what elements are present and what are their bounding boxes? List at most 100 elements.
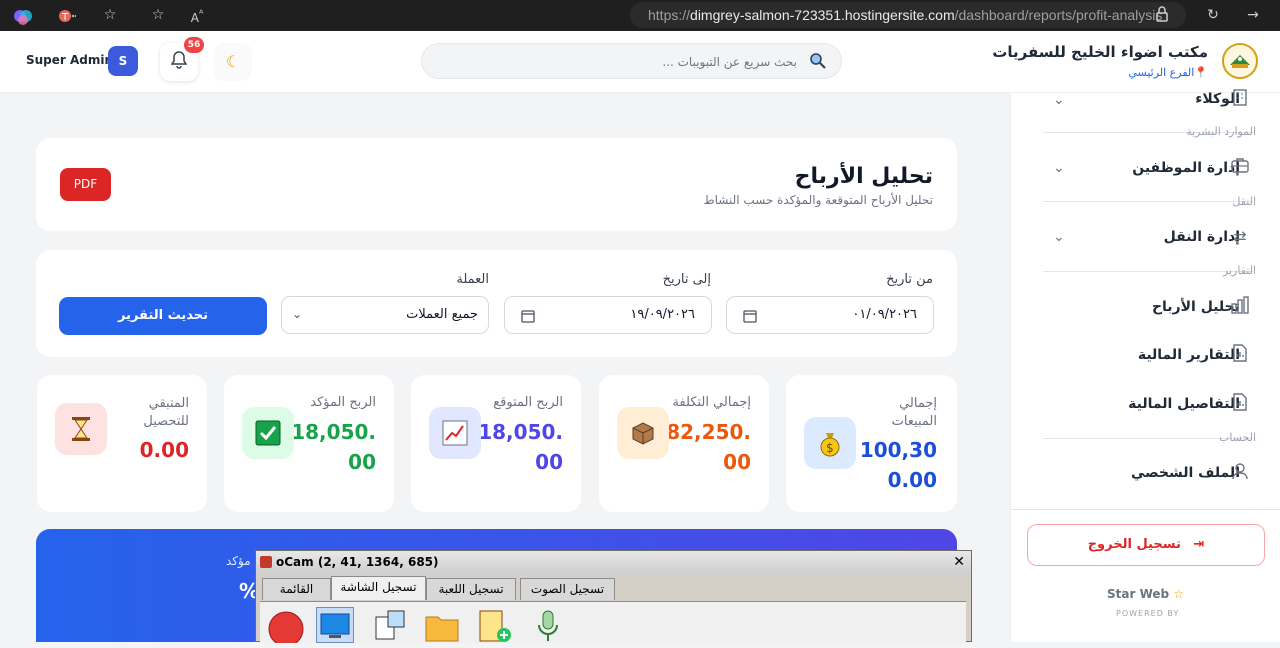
divider [1043, 271, 1253, 272]
stat-value: 00 [535, 450, 563, 474]
to-date-label: إلى تاريخ [662, 272, 711, 287]
stat-label: إجمالي المبيعات [891, 396, 937, 429]
chevron-down-icon[interactable]: ⌄ [1053, 161, 1067, 175]
avatar[interactable]: S [108, 46, 138, 76]
favorites-icon[interactable]: ☆ [100, 6, 120, 24]
ocam-tab-screen[interactable]: تسجيل الشاشة [331, 576, 426, 600]
company-logo [1222, 43, 1258, 79]
banner-text: مؤكد [226, 554, 251, 568]
forward-icon[interactable]: → [1243, 6, 1263, 24]
divider [1043, 201, 1253, 202]
stat-value: 00 [348, 450, 376, 474]
from-date-value: ٠١/٠٩/٢٠٢٦ [852, 307, 917, 322]
powered-by: POWERED BY [1116, 609, 1180, 618]
divider [1011, 509, 1280, 510]
report-file-icon [1229, 344, 1251, 366]
money-bag-icon: $ [804, 417, 856, 469]
user-name: Super Admin [26, 53, 114, 67]
chevron-down-icon[interactable]: ⌄ [1053, 93, 1067, 107]
from-date-field[interactable]: ٠١/٠٩/٢٠٢٦ [726, 296, 934, 334]
section-transport: النقل [1232, 195, 1256, 208]
ocam-tab-audio[interactable]: تسجيل الصوت [520, 578, 615, 600]
moon-icon: ☾ [225, 52, 241, 71]
search-bar[interactable] [421, 43, 842, 79]
box-icon [617, 407, 669, 459]
report-file-icon [1229, 393, 1251, 415]
stat-value: 18,050. [291, 420, 376, 444]
screen-capture-icon[interactable] [316, 607, 354, 643]
user-icon [1229, 462, 1251, 484]
currency-select[interactable]: جميع العملات ⌄ [281, 296, 489, 334]
currency-label: العملة [456, 272, 489, 287]
filters-card: من تاريخ ٠١/٠٩/٢٠٢٦ إلى تاريخ ١٩/٠٩/٢٠٢٦… [36, 250, 957, 357]
briefcase-icon [1229, 156, 1251, 178]
to-date-field[interactable]: ١٩/٠٩/٢٠٢٦ [504, 296, 712, 334]
calendar-icon [743, 298, 757, 334]
lock-icon[interactable] [1152, 6, 1172, 24]
sidebar-item-financial-reports[interactable]: التقارير المالية [1138, 343, 1240, 367]
search-icon[interactable] [809, 52, 827, 74]
sidebar-item-profit-analysis[interactable]: تحليل الأرباح [1152, 295, 1240, 319]
chevron-down-icon: ⌄ [292, 307, 303, 321]
close-icon[interactable]: ✕ [953, 551, 965, 573]
stat-card-sales: إجمالي المبيعات 100,30 0.00 $ [786, 375, 957, 512]
brand-label: Star Web ☆ [1107, 587, 1185, 601]
check-box-icon [242, 407, 294, 459]
app-header: Super Admin S 56 ☾ مكتب اضواء الخليج للس… [0, 31, 1280, 93]
record-icon[interactable] [268, 607, 306, 647]
logout-button[interactable]: تسجيل الخروج ⇥ [1027, 524, 1265, 566]
stat-value: 82,250. [666, 420, 751, 444]
from-date-label: من تاريخ [886, 272, 933, 287]
stat-label: الربح المتوقع [493, 395, 563, 410]
chevron-down-icon[interactable]: ⌄ [1053, 230, 1067, 244]
stat-label: المتبقي للتحصيل [143, 396, 189, 429]
stat-value: 0.00 [139, 438, 189, 462]
ocam-tab-game[interactable]: تسجيل اللعبة [426, 578, 516, 600]
stat-value: 18,050. [478, 420, 563, 444]
stat-value: 00 [723, 450, 751, 474]
trend-chart-icon [429, 407, 481, 459]
ocam-tab-list[interactable]: القائمة [262, 578, 331, 600]
update-report-button[interactable]: تحديث التقرير [59, 297, 267, 335]
svg-text:$: $ [826, 441, 834, 455]
pdf-button[interactable]: PDF [60, 168, 111, 201]
swap-arrows-icon: ⇄ [1233, 227, 1247, 246]
logout-icon: ⇥ [1193, 537, 1205, 552]
section-account: الحساب [1218, 431, 1256, 444]
copilot-icon[interactable] [12, 6, 34, 25]
section-hr: الموارد البشرية [1186, 125, 1256, 138]
stat-value: 0.00 [887, 468, 937, 492]
extension-icon[interactable]: T [56, 6, 78, 24]
video-add-icon[interactable] [476, 607, 514, 643]
ocam-toolbar [260, 601, 966, 643]
ocam-window: oCam (2, 41, 1364, 685) ✕ القائمة تسجيل … [255, 550, 972, 647]
search-input[interactable] [467, 50, 797, 74]
address-bar[interactable]: https://dimgrey-salmon-723351.hostingers… [630, 2, 1186, 28]
stat-card-expected-profit: الربح المتوقع 18,050. 00 [411, 375, 581, 512]
stat-card-cost: إجمالي التكلفة 82,250. 00 [599, 375, 769, 512]
resize-icon[interactable] [372, 607, 410, 643]
stat-card-confirmed-profit: الربح المؤكد 18,050. 00 [224, 375, 394, 512]
notifications-button[interactable]: 56 [160, 37, 204, 81]
hourglass-icon [55, 403, 107, 455]
folder-icon[interactable] [424, 607, 462, 643]
ocam-title-bar[interactable]: oCam (2, 41, 1364, 685) ✕ [256, 551, 971, 573]
building-icon [1229, 88, 1251, 110]
page-title: تحليل الأرباح [794, 164, 933, 189]
stat-label: الربح المؤكد [310, 395, 376, 410]
company-name: مكتب اضواء الخليج للسفريات [992, 43, 1208, 61]
sidebar-item-financial-details[interactable]: التفاصيل المالية [1128, 392, 1240, 416]
star-icon[interactable]: ☆ [148, 6, 168, 24]
sidebar-item-profile[interactable]: الملف الشخصي [1131, 461, 1240, 485]
calendar-icon [521, 298, 535, 334]
stat-label: إجمالي التكلفة [672, 395, 751, 410]
to-date-value: ١٩/٠٩/٢٠٢٦ [630, 307, 695, 322]
microphone-icon[interactable] [530, 607, 568, 643]
sidebar-item-employees[interactable]: إدارة الموظفين [1132, 156, 1240, 180]
refresh-icon[interactable]: ↻ [1203, 6, 1223, 24]
page-subtitle: تحليل الأرباح المتوقعة والمؤكدة حسب النش… [703, 193, 933, 207]
theme-toggle-button[interactable]: ☾ [214, 43, 252, 81]
stat-value: 100,30 [859, 438, 937, 462]
svg-text:T: T [61, 12, 69, 23]
read-aloud-icon[interactable]: Aᴬ [186, 6, 208, 25]
